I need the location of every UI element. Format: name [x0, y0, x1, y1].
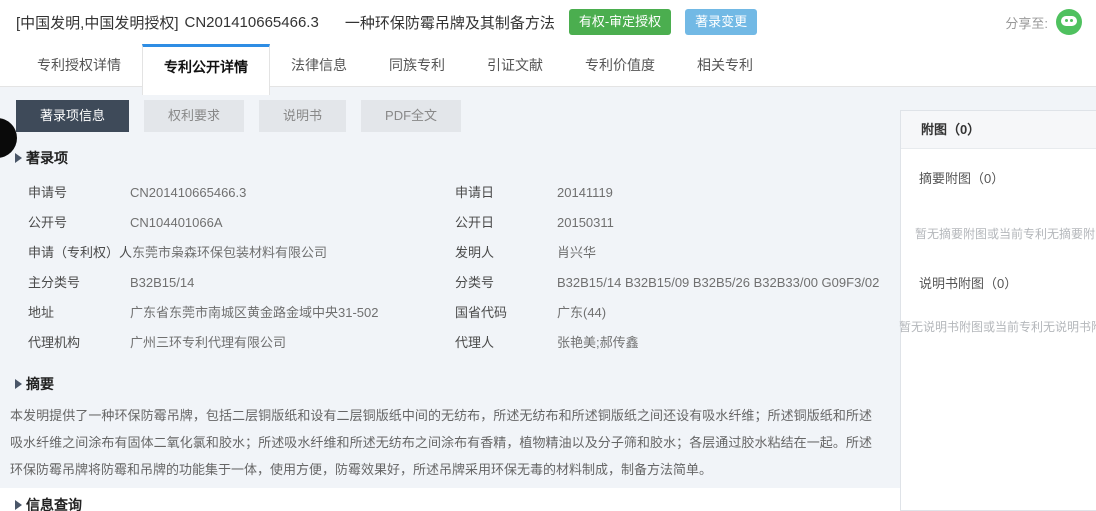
bibliography-info-button[interactable]: 著录项信息 — [16, 100, 129, 132]
change-badge[interactable]: 著录变更 — [685, 9, 757, 35]
tab-related-patents[interactable]: 相关专利 — [676, 44, 774, 87]
field-agent: 代理人 张艳美;郝传鑫 — [455, 328, 900, 358]
triangle-right-icon — [15, 500, 22, 510]
description-figures-empty-text: 暂无说明书附图或当前专利无说明书附图 — [899, 318, 1096, 335]
tab-bar: 专利授权详情 专利公开详情 法律信息 同族专利 引证文献 专利价值度 相关专利 — [0, 44, 1096, 87]
content-area: 著录项信息 权利要求 说明书 PDF全文 著录项 申请号 CN201410665… — [0, 87, 1096, 511]
abstract-figures-empty-text: 暂无摘要附图或当前专利无摘要附图 — [915, 225, 1096, 242]
field-publication-number: 公开号 CN104401066A — [28, 208, 455, 238]
patent-category: [中国发明,中国发明授权] — [16, 12, 179, 33]
tab-family-patents[interactable]: 同族专利 — [368, 44, 466, 87]
field-inventor: 发明人 肖兴华 — [455, 238, 900, 268]
patent-title-row: [中国发明,中国发明授权] CN201410665466.3 一种环保防霉吊牌及… — [16, 9, 757, 35]
tab-patent-value[interactable]: 专利价值度 — [564, 44, 676, 87]
bibliography-fields: 申请号 CN201410665466.3 公开号 CN104401066A 申请… — [28, 178, 900, 358]
field-province-code: 国省代码 广东(44) — [455, 298, 900, 328]
info-query-section: 信息查询 — [0, 488, 900, 511]
figures-panel-body: 摘要附图（0） 暂无摘要附图或当前专利无摘要附图 说明书附图（0） 暂无说明书附… — [901, 168, 1096, 335]
description-button[interactable]: 说明书 — [259, 100, 346, 132]
triangle-right-icon — [15, 153, 22, 163]
bibliography-section-header[interactable]: 著录项 — [15, 148, 900, 168]
figures-panel: 附图（0） 摘要附图（0） 暂无摘要附图或当前专利无摘要附图 说明书附图（0） … — [900, 110, 1096, 511]
abstract-text: 本发明提供了一种环保防霉吊牌，包括二层铜版纸和设有二层铜版纸中间的无纺布，所述无… — [10, 402, 872, 483]
patent-number: CN201410665466.3 — [185, 14, 319, 31]
share-label: 分享至: — [1005, 13, 1048, 32]
field-main-class: 主分类号 B32B15/14 — [28, 268, 455, 298]
status-badge: 有权-审定授权 — [569, 9, 671, 35]
wechat-share-icon[interactable] — [1056, 9, 1082, 35]
patent-detail-page: [中国发明,中国发明授权] CN201410665466.3 一种环保防霉吊牌及… — [0, 0, 1096, 511]
fields-left-column: 申请号 CN201410665466.3 公开号 CN104401066A 申请… — [28, 178, 455, 358]
field-application-number: 申请号 CN201410665466.3 — [28, 178, 455, 208]
pdf-fulltext-button[interactable]: PDF全文 — [361, 100, 461, 132]
chat-bubble-icon — [1061, 16, 1077, 26]
info-query-section-header[interactable]: 信息查询 — [15, 495, 900, 511]
tab-publication-details[interactable]: 专利公开详情 — [142, 44, 270, 95]
field-publication-date: 公开日 20150311 — [455, 208, 900, 238]
patent-title: 一种环保防霉吊牌及其制备方法 — [345, 12, 555, 33]
field-address: 地址 广东省东莞市南城区黄金路金域中央31-502 — [28, 298, 455, 328]
field-applicant: 申请（专利权）人 东莞市枭森环保包装材料有限公司 — [28, 238, 455, 268]
field-agency: 代理机构 广州三环专利代理有限公司 — [28, 328, 455, 358]
description-figures-label: 说明书附图（0） — [919, 273, 1096, 292]
tab-cited-documents[interactable]: 引证文献 — [466, 44, 564, 87]
field-class-codes: 分类号 B32B15/14 B32B15/09 B32B5/26 B32B33/… — [455, 268, 900, 298]
field-application-date: 申请日 20141119 — [455, 178, 900, 208]
abstract-section-header[interactable]: 摘要 — [15, 374, 900, 394]
section-button-row: 著录项信息 权利要求 说明书 PDF全文 — [0, 87, 900, 132]
figures-panel-title: 附图（0） — [901, 111, 1096, 149]
tab-grant-details[interactable]: 专利授权详情 — [16, 44, 142, 87]
main-column: 著录项信息 权利要求 说明书 PDF全文 著录项 申请号 CN201410665… — [0, 87, 900, 511]
triangle-right-icon — [15, 379, 22, 389]
tab-legal-info[interactable]: 法律信息 — [270, 44, 368, 87]
claims-button[interactable]: 权利要求 — [144, 100, 244, 132]
fields-right-column: 申请日 20141119 公开日 20150311 发明人 肖兴华 分类号 B3… — [455, 178, 900, 358]
share-area: 分享至: — [1005, 9, 1082, 35]
page-header: [中国发明,中国发明授权] CN201410665466.3 一种环保防霉吊牌及… — [0, 0, 1096, 44]
abstract-figures-label: 摘要附图（0） — [919, 168, 1096, 187]
